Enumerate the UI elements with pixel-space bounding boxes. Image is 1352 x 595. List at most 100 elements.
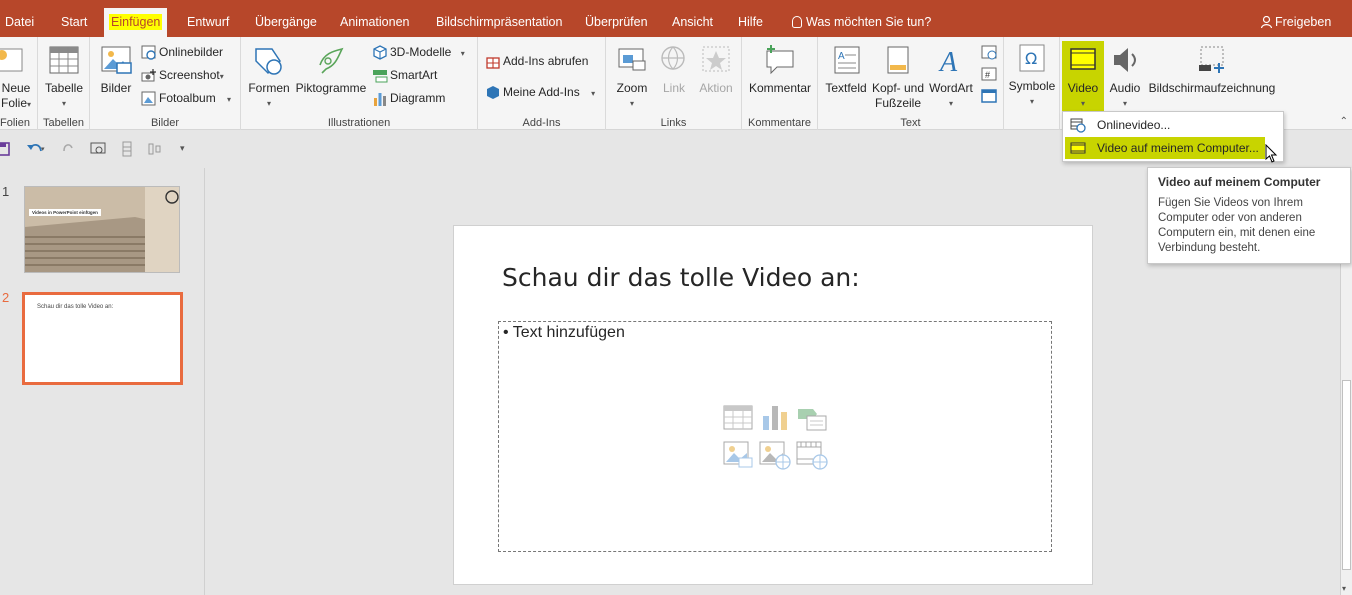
tab-uebergaenge[interactable]: Übergänge — [250, 10, 322, 34]
online-pictures-icon — [141, 45, 156, 60]
insert-table-icon[interactable] — [723, 404, 753, 432]
tell-me-search[interactable]: Was möchten Sie tun? — [787, 10, 936, 34]
online-pictures-button[interactable]: Onlinebilder — [141, 44, 223, 60]
wordart-button[interactable]: A WordArt ▾ — [926, 43, 976, 111]
insert-chart-icon[interactable] — [760, 404, 790, 432]
tab-einfuegen-label: Einfügen — [109, 14, 163, 30]
action-button[interactable]: Aktion — [696, 43, 736, 96]
pictures-button[interactable]: Bilder — [96, 43, 136, 96]
group-tabellen: Tabelle ▾ Tabellen — [38, 37, 90, 130]
placeholder-text: Text hinzufügen — [512, 324, 625, 341]
customize-qat-icon[interactable]: ▾ — [180, 143, 185, 154]
group-label-links: Links — [660, 117, 687, 129]
touch-mode-icon[interactable] — [120, 141, 134, 157]
comment-button[interactable]: Kommentar — [746, 43, 814, 96]
chart-button[interactable]: Diagramm — [372, 90, 445, 106]
save-icon[interactable] — [0, 142, 10, 156]
textbox-icon: A — [834, 46, 860, 74]
video-button[interactable]: Video ▾ — [1062, 41, 1104, 111]
film-icon — [1070, 142, 1086, 154]
tab-ansicht[interactable]: Ansicht — [667, 10, 718, 34]
group-addins: Add-Ins abrufen Meine Add-Ins ▾ Add-Ins — [478, 37, 606, 130]
redo-icon[interactable] — [60, 142, 76, 156]
smartart-label: SmartArt — [390, 68, 438, 82]
slide-number-1: 1 — [2, 184, 10, 199]
zoom-button[interactable]: Zoom ▾ — [614, 43, 650, 111]
icons-label: Piktogramme — [295, 81, 367, 95]
get-addins-label: Add-Ins abrufen — [503, 54, 589, 68]
my-addins-button[interactable]: Meine Add-Ins ▾ — [485, 84, 595, 102]
tab-entwurf[interactable]: Entwurf — [182, 10, 234, 34]
scroll-thumb[interactable] — [1342, 380, 1351, 570]
screen-recording-icon — [1199, 46, 1224, 73]
slide-title[interactable]: Schau dir das tolle Video an: — [502, 263, 860, 292]
film-icon — [1070, 48, 1096, 70]
header-footer-icon — [887, 46, 909, 74]
chevron-down-icon: ▾ — [61, 99, 66, 108]
share-button[interactable]: Freigeben — [1256, 10, 1336, 34]
content-placeholder[interactable]: • Text hinzufügen — [498, 321, 1052, 552]
tab-animationen[interactable]: Animationen — [335, 10, 415, 34]
insert-smartart-icon[interactable] — [797, 404, 827, 432]
object-icon[interactable] — [980, 87, 998, 105]
table-button[interactable]: Tabelle ▾ — [40, 43, 88, 111]
collapse-ribbon-icon[interactable]: ⌃ — [1340, 116, 1348, 127]
chevron-down-icon: ▾ — [219, 72, 224, 81]
tab-bildschirmpraesentation[interactable]: Bildschirmpräsentation — [431, 10, 567, 34]
screenshot-icon — [141, 69, 156, 82]
smartart-button[interactable]: SmartArt — [372, 67, 437, 83]
tab-ueberpruefen[interactable]: Überprüfen — [580, 10, 653, 34]
group-text: A Textfeld Kopf- und Fußzeile A WordArt … — [818, 37, 1004, 130]
symbols-button[interactable]: Ω Symbole ▾ — [1006, 43, 1058, 109]
undo-icon[interactable]: ▾ — [26, 142, 46, 156]
audio-button[interactable]: Audio ▾ — [1106, 43, 1144, 111]
group-label-tabellen: Tabellen — [43, 117, 84, 129]
slide-thumbnail-2-title: Schau dir das tolle Video an: — [37, 304, 114, 310]
new-slide-button[interactable]: Neue Folie▾ — [0, 43, 32, 112]
insert-online-picture-icon[interactable] — [759, 440, 791, 470]
slide-canvas[interactable]: Schau dir das tolle Video an: • Text hin… — [453, 225, 1093, 585]
group-symbole: Ω Symbole ▾ — [1004, 37, 1060, 130]
online-video-icon — [1070, 118, 1086, 133]
icons-button[interactable]: Piktogramme — [293, 43, 369, 96]
svg-text:Ω: Ω — [1025, 49, 1037, 68]
slide-number-icon[interactable]: # — [980, 65, 998, 83]
screen-recording-button[interactable]: Bildschirmaufzeichnung — [1146, 43, 1278, 96]
menu-item-online-video[interactable]: Onlinevideo... — [1065, 114, 1281, 136]
bullet-icon: • — [503, 324, 513, 341]
start-presentation-icon[interactable] — [90, 141, 106, 157]
menu-item-video-from-computer[interactable]: Video auf meinem Computer... — [1065, 137, 1265, 159]
chevron-down-icon: ▾ — [629, 99, 634, 108]
wordart-label: WordArt — [929, 81, 973, 95]
addins-icon — [487, 86, 499, 99]
my-addins-label: Meine Add-Ins — [503, 85, 580, 99]
link-button[interactable]: Link — [656, 43, 692, 96]
photo-album-label: Fotoalbum — [159, 91, 216, 105]
align-icon[interactable] — [148, 141, 164, 157]
textbox-button[interactable]: A Textfeld — [822, 43, 870, 96]
get-addins-button[interactable]: Add-Ins abrufen — [485, 53, 588, 69]
menu-item-online-video-label: Onlinevideo... — [1097, 118, 1171, 132]
slide-thumbnail-2[interactable]: Schau dir das tolle Video an: — [22, 292, 183, 385]
photo-album-icon — [141, 91, 156, 106]
placeholder-text-row: • Text hinzufügen — [503, 324, 625, 342]
online-pictures-label: Onlinebilder — [159, 45, 224, 59]
date-time-icon[interactable] — [980, 43, 998, 61]
scroll-down-arrow-icon[interactable]: ▾ — [1342, 584, 1346, 593]
group-label-text: Text — [900, 117, 921, 129]
shapes-button[interactable]: Formen ▾ — [245, 43, 293, 111]
screenshot-button[interactable]: Screenshot▾ — [141, 67, 224, 85]
insert-video-icon[interactable] — [796, 440, 828, 470]
photo-album-button[interactable]: Fotoalbum ▾ — [141, 90, 231, 108]
3d-models-button[interactable]: 3D-Modelle ▾ — [372, 44, 465, 62]
cube-icon — [373, 45, 387, 60]
insert-picture-icon[interactable] — [723, 440, 753, 470]
tab-hilfe[interactable]: Hilfe — [733, 10, 768, 34]
svg-text:▾: ▾ — [41, 145, 45, 153]
slide-thumbnail-pane: 1 Videos in PowerPoint einfügen 2 Schau … — [0, 168, 205, 595]
slide-thumbnail-1[interactable]: Videos in PowerPoint einfügen — [24, 186, 180, 273]
pictogram-icon — [319, 47, 344, 74]
header-footer-button[interactable]: Kopf- und Fußzeile — [870, 43, 926, 111]
tab-datei[interactable]: Datei — [0, 10, 39, 34]
tab-start[interactable]: Start — [56, 10, 92, 34]
